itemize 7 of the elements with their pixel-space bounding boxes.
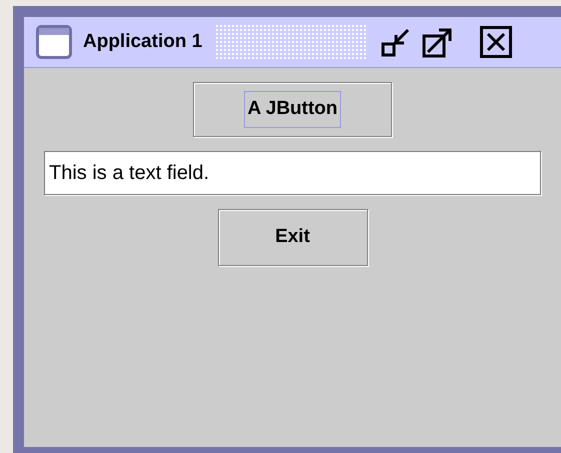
push-button[interactable]: Exit bbox=[218, 209, 368, 266]
push-button[interactable]: A JButton bbox=[193, 82, 392, 137]
maximize-icon[interactable] bbox=[422, 26, 454, 58]
text-field[interactable]: This is a text field. bbox=[44, 151, 541, 195]
window-title: Application 1 bbox=[83, 30, 202, 54]
close-icon[interactable] bbox=[480, 26, 512, 58]
window-icon bbox=[36, 25, 72, 59]
